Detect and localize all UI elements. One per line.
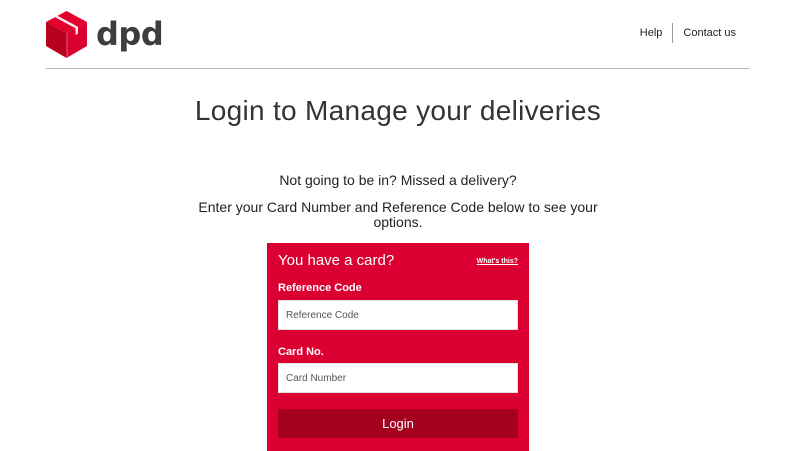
logo-wordmark: dpd <box>96 14 164 53</box>
top-nav: Help Contact us <box>640 23 736 43</box>
help-link[interactable]: Help <box>640 27 663 39</box>
intro-text-instructions: Enter your Card Number and Reference Cod… <box>198 199 598 230</box>
site-header: dpd Help Contact us <box>46 0 750 68</box>
contact-us-link[interactable]: Contact us <box>683 27 736 39</box>
dpd-logo[interactable]: dpd <box>46 11 164 58</box>
card-number-input[interactable] <box>278 363 518 393</box>
nav-divider <box>672 23 674 43</box>
intro-text-missed-delivery: Not going to be in? Missed a delivery? <box>279 172 517 188</box>
header-divider <box>46 68 750 69</box>
whats-this-link[interactable]: What's this? <box>477 258 518 265</box>
page-title: Login to Manage your deliveries <box>194 95 602 126</box>
card-number-label: Card No. <box>278 346 324 358</box>
login-button[interactable]: Login <box>278 409 518 438</box>
panel-heading: You have a card? <box>278 252 395 269</box>
dpd-cube-logo-icon <box>46 11 87 58</box>
card-login-panel: You have a card? What's this? Reference … <box>267 243 529 451</box>
reference-code-input[interactable] <box>278 300 518 330</box>
reference-code-label: Reference Code <box>278 282 362 294</box>
